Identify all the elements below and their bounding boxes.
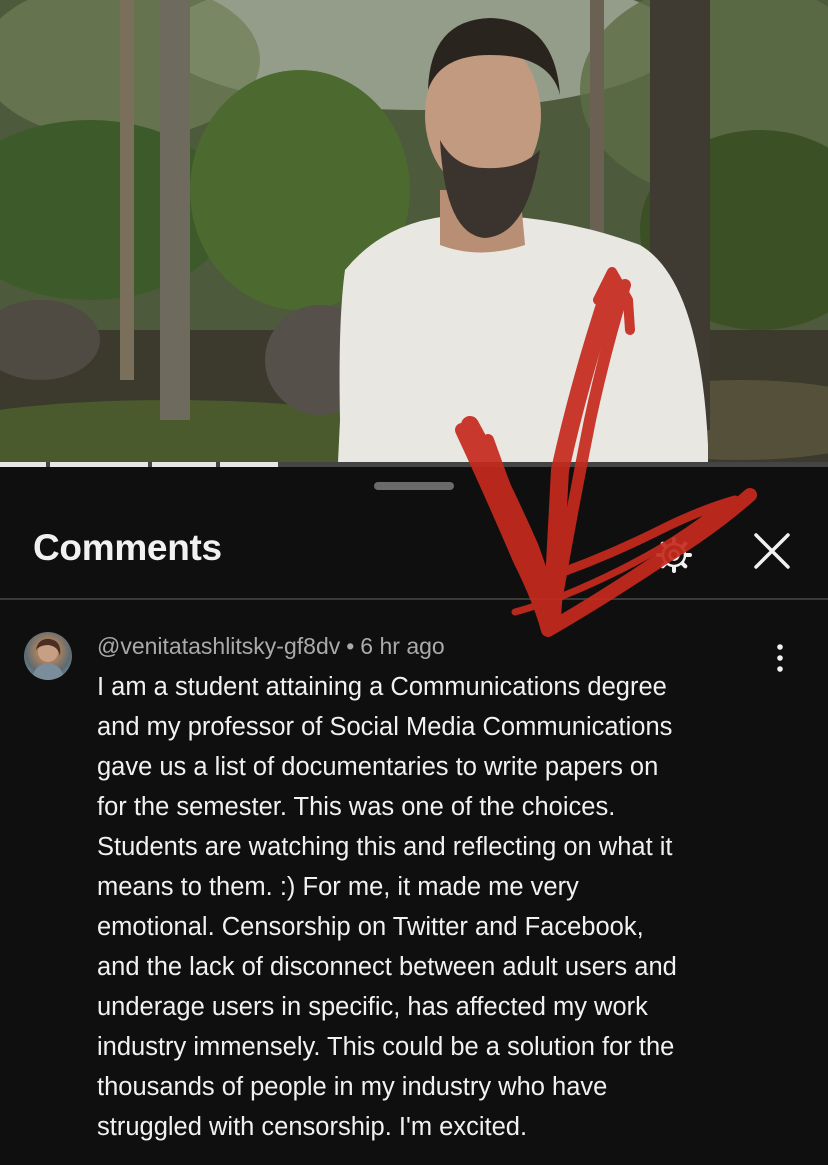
comment-line: struggled with censorship. I'm excited. [97, 1113, 528, 1141]
close-icon[interactable] [750, 529, 794, 573]
comments-sheet: Comments @venitatashlitsky-gf8dv • 6 hr … [0, 467, 828, 1165]
comment-line: underage users in specific, has affected… [97, 993, 648, 1021]
comment-line: I am a student attaining a Communication… [97, 673, 667, 701]
comment-author[interactable]: @venitatashlitsky-gf8dv [97, 633, 340, 659]
drag-handle[interactable] [374, 482, 454, 490]
comment-line: and the lack of disconnect between adult… [97, 953, 677, 981]
comments-title: Comments [33, 527, 222, 568]
comment-line: gave us a list of documentaries to write… [97, 753, 659, 781]
comment-line: thousands of people in my industry who h… [97, 1073, 608, 1101]
video-frame [0, 0, 828, 462]
comment-line: means to them. :) For me, it made me ver… [97, 873, 579, 901]
video-player[interactable] [0, 0, 828, 462]
comment-meta: @venitatashlitsky-gf8dv • 6 hr ago [97, 633, 445, 660]
meta-separator: • [346, 633, 355, 659]
comment-text: I am a student attaining a Communication… [97, 667, 787, 1147]
comment-line: Students are watching this and reflectin… [97, 833, 673, 861]
comment-line: industry immensely. This could be a solu… [97, 1033, 675, 1061]
settings-gear-icon[interactable] [654, 535, 694, 575]
comment-time: 6 hr ago [360, 633, 445, 659]
header-divider [0, 598, 828, 600]
user-avatar[interactable] [24, 632, 72, 680]
comment-line: for the semester. This was one of the ch… [97, 793, 616, 821]
comment-line: emotional. Censorship on Twitter and Fac… [97, 913, 644, 941]
comment-line: and my professor of Social Media Communi… [97, 713, 673, 741]
